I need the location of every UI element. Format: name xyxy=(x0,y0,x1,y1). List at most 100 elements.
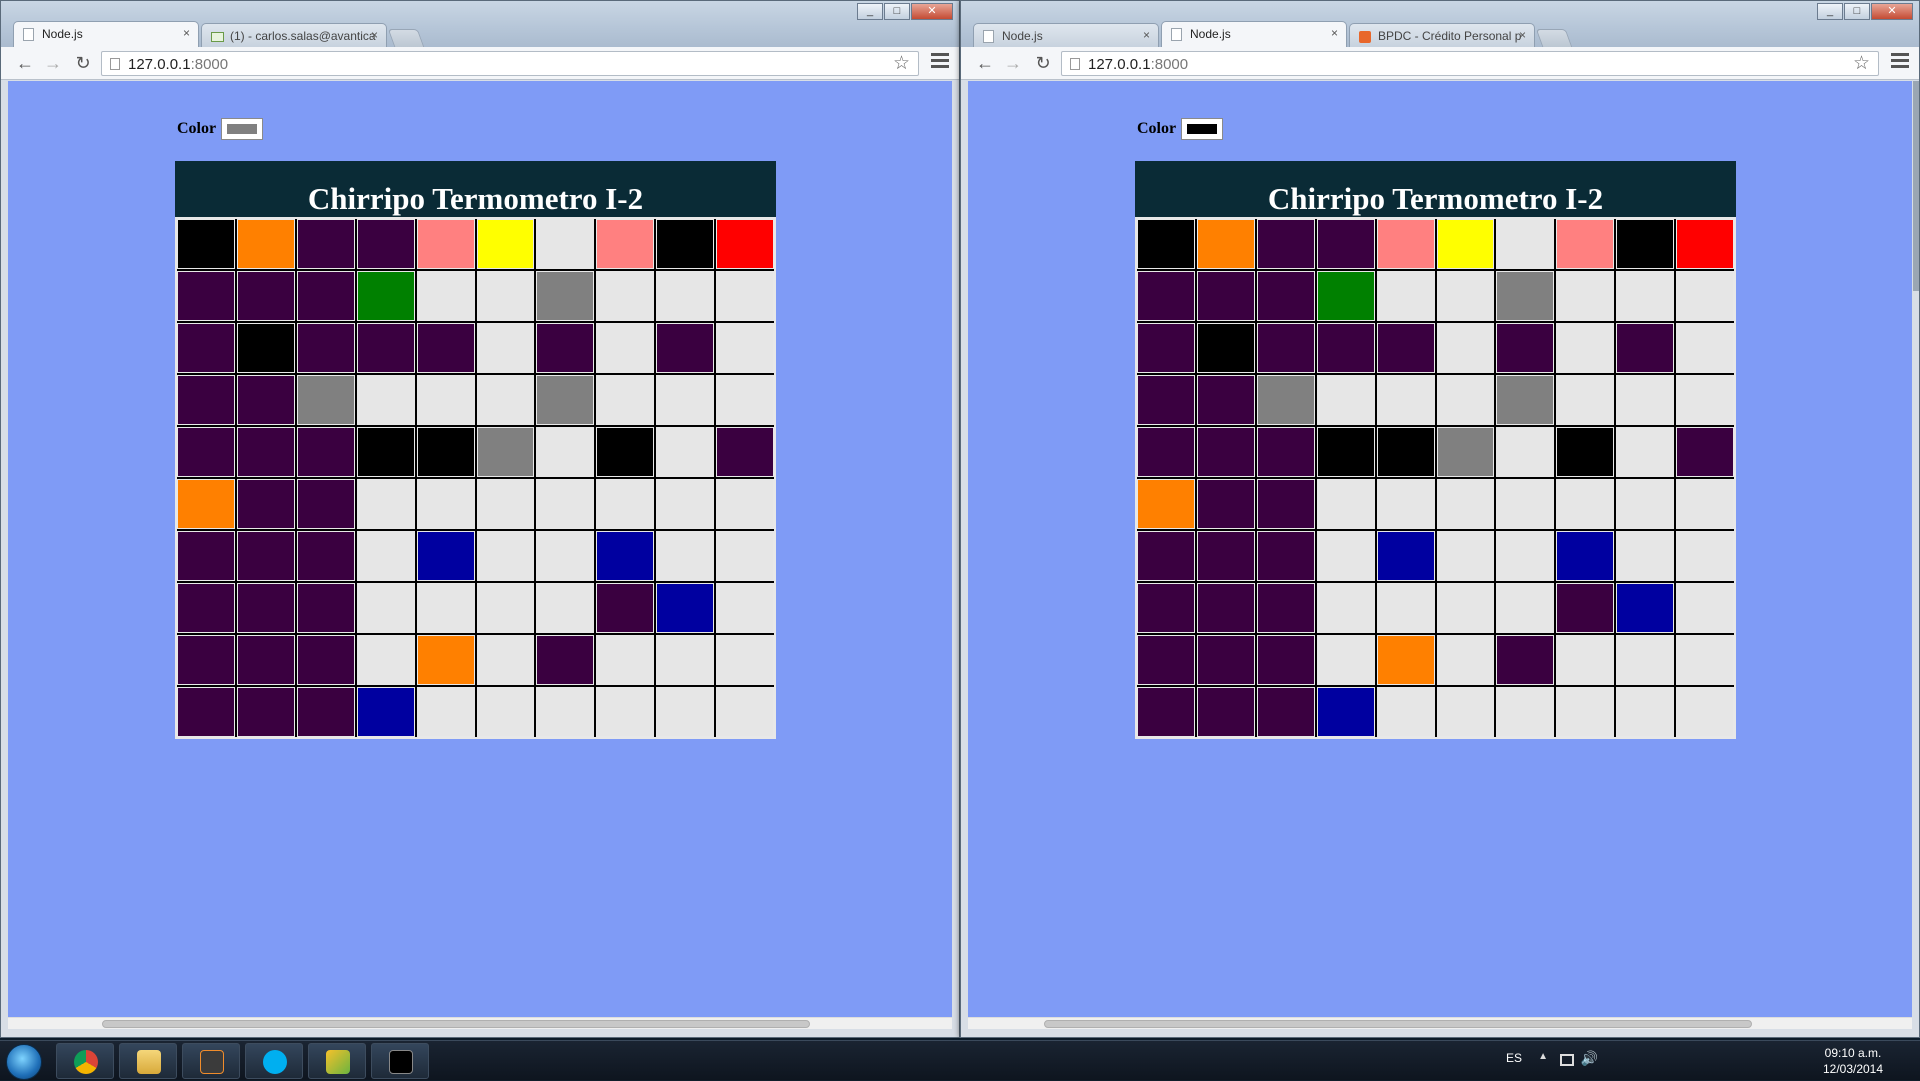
grid-cell[interactable] xyxy=(536,687,595,737)
grid-cell[interactable] xyxy=(1137,219,1195,269)
url-text[interactable]: 127.0.0.1:8000 xyxy=(128,56,228,73)
grid-cell[interactable] xyxy=(1676,375,1734,425)
grid-cell[interactable] xyxy=(356,635,415,685)
grid-cell[interactable] xyxy=(356,271,415,321)
grid-cell[interactable] xyxy=(1496,219,1555,269)
grid-cell[interactable] xyxy=(1137,427,1195,477)
grid-cell[interactable] xyxy=(1436,479,1495,529)
grid-cell[interactable] xyxy=(177,375,235,425)
grid-cell[interactable] xyxy=(1676,531,1734,581)
grid-cell[interactable] xyxy=(296,531,355,581)
grid-cell[interactable] xyxy=(177,583,235,633)
grid-cell[interactable] xyxy=(476,219,535,269)
grid-cell[interactable] xyxy=(1137,323,1195,373)
grid-cell[interactable] xyxy=(1376,583,1435,633)
grid-cell[interactable] xyxy=(356,531,415,581)
horizontal-scrollbar[interactable] xyxy=(968,1017,1912,1029)
taskbar-tortoise-button[interactable] xyxy=(308,1043,366,1079)
close-tab-icon[interactable]: × xyxy=(183,26,190,40)
grid-cell[interactable] xyxy=(1496,271,1555,321)
grid-cell[interactable] xyxy=(536,323,595,373)
grid-cell[interactable] xyxy=(1436,635,1495,685)
grid-cell[interactable] xyxy=(356,479,415,529)
grid-cell[interactable] xyxy=(536,479,595,529)
grid-cell[interactable] xyxy=(1376,427,1435,477)
grid-cell[interactable] xyxy=(1496,323,1555,373)
grid-cell[interactable] xyxy=(1316,531,1375,581)
grid-cell[interactable] xyxy=(236,271,295,321)
grid-cell[interactable] xyxy=(1496,375,1555,425)
grid-cell[interactable] xyxy=(356,427,415,477)
grid-cell[interactable] xyxy=(1316,271,1375,321)
grid-cell[interactable] xyxy=(536,635,595,685)
grid-cell[interactable] xyxy=(716,271,774,321)
grid-cell[interactable] xyxy=(716,479,774,529)
grid-cell[interactable] xyxy=(596,375,655,425)
close-tab-icon[interactable]: × xyxy=(1331,26,1338,40)
grid-cell[interactable] xyxy=(596,219,655,269)
menu-icon[interactable] xyxy=(931,53,949,73)
grid-cell[interactable] xyxy=(1616,479,1675,529)
grid-cell[interactable] xyxy=(296,375,355,425)
grid-cell[interactable] xyxy=(1137,687,1195,737)
grid-cell[interactable] xyxy=(1676,271,1734,321)
grid-cell[interactable] xyxy=(1376,219,1435,269)
grid-cell[interactable] xyxy=(476,427,535,477)
grid-cell[interactable] xyxy=(596,583,655,633)
grid-cell[interactable] xyxy=(1256,479,1315,529)
close-tab-icon[interactable]: × xyxy=(1143,28,1150,42)
grid-cell[interactable] xyxy=(1316,219,1375,269)
language-indicator[interactable]: ES xyxy=(1506,1051,1522,1065)
color-input[interactable] xyxy=(1181,118,1224,140)
grid-cell[interactable] xyxy=(1556,375,1615,425)
grid-cell[interactable] xyxy=(1556,271,1615,321)
grid-cell[interactable] xyxy=(416,687,475,737)
grid-cell[interactable] xyxy=(1676,427,1734,477)
grid-cell[interactable] xyxy=(1316,635,1375,685)
grid-cell[interactable] xyxy=(1436,583,1495,633)
minimize-button[interactable]: _ xyxy=(1817,3,1843,20)
grid-cell[interactable] xyxy=(596,531,655,581)
grid-cell[interactable] xyxy=(416,323,475,373)
network-icon[interactable] xyxy=(1560,1054,1574,1066)
grid-cell[interactable] xyxy=(1256,219,1315,269)
grid-cell[interactable] xyxy=(476,271,535,321)
grid-cell[interactable] xyxy=(1376,323,1435,373)
tab-nodejs-2[interactable]: Node.js × xyxy=(1161,21,1347,47)
grid-cell[interactable] xyxy=(356,583,415,633)
grid-cell[interactable] xyxy=(596,687,655,737)
grid-cell[interactable] xyxy=(1676,583,1734,633)
grid-cell[interactable] xyxy=(1316,323,1375,373)
grid-cell[interactable] xyxy=(177,427,235,477)
grid-cell[interactable] xyxy=(296,427,355,477)
grid-cell[interactable] xyxy=(416,427,475,477)
vertical-scrollbar-thumb[interactable] xyxy=(1913,81,1919,291)
grid-cell[interactable] xyxy=(1316,583,1375,633)
grid-cell[interactable] xyxy=(236,427,295,477)
start-button[interactable] xyxy=(6,1044,42,1080)
grid-cell[interactable] xyxy=(716,531,774,581)
grid-cell[interactable] xyxy=(236,219,295,269)
grid-cell[interactable] xyxy=(476,635,535,685)
grid-cell[interactable] xyxy=(1436,323,1495,373)
grid-cell[interactable] xyxy=(236,687,295,737)
grid-cell[interactable] xyxy=(1376,531,1435,581)
bookmark-star-icon[interactable]: ☆ xyxy=(1853,52,1870,75)
grid-cell[interactable] xyxy=(416,375,475,425)
grid-cell[interactable] xyxy=(656,635,715,685)
maximize-button[interactable]: □ xyxy=(1844,3,1870,20)
grid-cell[interactable] xyxy=(1256,687,1315,737)
grid-cell[interactable] xyxy=(596,635,655,685)
grid-cell[interactable] xyxy=(236,375,295,425)
grid-cell[interactable] xyxy=(1256,375,1315,425)
grid-cell[interactable] xyxy=(1376,687,1435,737)
grid-cell[interactable] xyxy=(1616,323,1675,373)
grid-cell[interactable] xyxy=(1137,271,1195,321)
grid-cell[interactable] xyxy=(1496,583,1555,633)
address-bar[interactable]: 127.0.0.1:8000 ☆ xyxy=(101,51,919,76)
grid-cell[interactable] xyxy=(1436,687,1495,737)
grid-cell[interactable] xyxy=(536,375,595,425)
taskbar-skype-button[interactable] xyxy=(245,1043,303,1079)
grid-cell[interactable] xyxy=(416,531,475,581)
grid-cell[interactable] xyxy=(656,427,715,477)
